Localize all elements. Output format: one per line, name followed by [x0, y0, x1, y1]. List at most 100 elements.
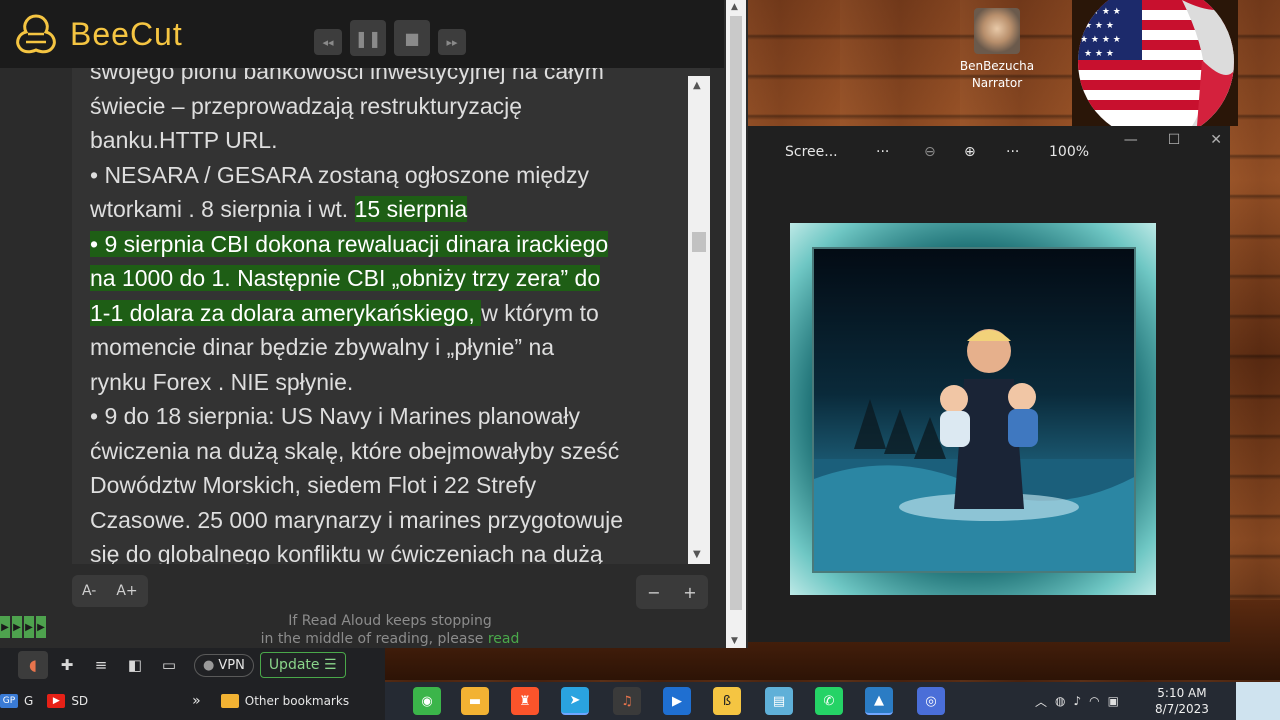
fast-forward-icon: ▸▸: [446, 35, 458, 49]
note-line-2-text: in the middle of reading, please: [260, 631, 488, 647]
reading-line: momencie dinar będzie zbywalny i „płynie…: [90, 330, 680, 365]
vpn-button[interactable]: ● VPN: [194, 653, 254, 677]
microphone-icon[interactable]: ♪: [1074, 694, 1082, 708]
photos-see-more-menu[interactable]: ···: [1006, 144, 1019, 160]
reading-text: swojego pionu bankowości inwestycyjnej n…: [90, 68, 680, 564]
android-app-icon[interactable]: ◉: [413, 687, 441, 715]
scroll-up-icon[interactable]: ▲: [693, 80, 701, 91]
clock[interactable]: 5:10 AM 8/7/2023: [1155, 685, 1209, 717]
highlighted-text: 15 sierpnia: [354, 196, 468, 222]
highlighted-text: • 9 sierpnia CBI dokona rewaluacji dinar…: [90, 230, 609, 257]
read-aloud-window: BeeCut ◂◂ ❚❚ ■ ▸▸ swojego pionu bankowoś…: [0, 0, 748, 648]
wifi-icon[interactable]: ◠: [1089, 694, 1099, 708]
reading-scroll-thumb[interactable]: [692, 232, 706, 252]
highlighted-text: na 1000 do 1. Następnie CBI „obniży trzy…: [90, 265, 601, 291]
chrome-like-icon[interactable]: ◎: [917, 687, 945, 715]
fast-forward-button[interactable]: ▸▸: [438, 29, 466, 55]
line-text: się do globalnego konfliktu w ćwiczeniac…: [90, 541, 603, 564]
read-aloud-note: If Read Aloud keeps stopping in the midd…: [230, 612, 550, 648]
stop-button[interactable]: ■: [394, 20, 430, 56]
pause-button[interactable]: ❚❚: [350, 20, 386, 56]
transport-controls: ◂◂ ❚❚ ■ ▸▸: [314, 20, 466, 56]
line-text: Dowództw Morskich, siedem Flot i 22 Stre…: [90, 472, 537, 498]
display-icon[interactable]: ▣: [1108, 694, 1119, 708]
other-bookmarks[interactable]: Other bookmarks: [220, 694, 349, 708]
svg-text:★ ★ ★ ★: ★ ★ ★ ★: [1080, 7, 1121, 17]
flag-desktop-icon[interactable]: ★ ★ ★ ★ ★ ★ ★ ★ ★ ★ ★ ★ ★ ★: [1072, 0, 1238, 126]
file-explorer-icon[interactable]: ▬: [461, 687, 489, 715]
media-player-icon[interactable]: ♫: [613, 687, 641, 715]
vpn-label: VPN: [218, 657, 245, 673]
reading-text-panel[interactable]: swojego pionu bankowości inwestycyjnej n…: [72, 68, 710, 564]
reading-scrollbar[interactable]: ▲ ▼: [688, 76, 710, 564]
notes-app-icon[interactable]: ▤: [765, 687, 793, 715]
decrease-font-button[interactable]: A-: [72, 575, 106, 607]
photo-image[interactable]: [812, 247, 1136, 573]
line-text: swojego pionu bankowości inwestycyjnej n…: [90, 68, 604, 84]
extensions-puzzle-icon[interactable]: ✚: [52, 651, 82, 679]
update-label: Update: [268, 657, 320, 673]
bookmark-g[interactable]: GP G: [0, 694, 33, 708]
line-text: w którym to: [481, 299, 599, 326]
side-arrow-strip: ▶ ▶ ▶ ▶: [0, 616, 46, 638]
window-scrollbar[interactable]: ▲ ▼: [726, 0, 746, 648]
reading-line: Czasowe. 25 000 marynarzy i marines przy…: [90, 503, 680, 538]
playlist-icon[interactable]: ≡: [86, 651, 116, 679]
scroll-down-icon[interactable]: ▼: [693, 549, 701, 560]
stop-icon: ■: [404, 28, 420, 48]
close-icon[interactable]: ✕: [1210, 132, 1222, 148]
narrator-thumbnail: [974, 8, 1020, 54]
beecut-icon[interactable]: ß: [713, 687, 741, 715]
line-text: ćwiczenia na dużą skalę, które obejmował…: [90, 437, 620, 464]
more-bookmarks-button[interactable]: »: [192, 693, 201, 709]
network-status-icon[interactable]: ◍: [1055, 694, 1065, 708]
folder-icon: [220, 694, 239, 708]
photos-app-icon[interactable]: ▲: [865, 687, 893, 715]
read-aloud-extension-icon[interactable]: ◖: [18, 651, 48, 679]
reading-line: • 9 sierpnia CBI dokona rewaluacji dinar…: [90, 227, 680, 262]
telegram-icon[interactable]: ➤: [561, 687, 589, 715]
bookmark-g-label: G: [24, 694, 34, 708]
zoom-out-icon[interactable]: ⊖: [924, 144, 936, 160]
bookmark-sd[interactable]: ▶ SD: [47, 694, 88, 708]
sidebar-icon[interactable]: ◧: [120, 651, 150, 679]
chevron-up-icon[interactable]: ︿: [1035, 693, 1047, 710]
zoom-in-icon[interactable]: ⊕: [964, 144, 976, 160]
increase-font-button[interactable]: A+: [106, 575, 147, 607]
zoom-level[interactable]: 100%: [1049, 144, 1089, 160]
whatsapp-icon[interactable]: ✆: [815, 687, 843, 715]
svg-text:★ ★ ★: ★ ★ ★: [1084, 49, 1114, 59]
narrator-desktop-icon[interactable]: BenBezucha Narrator: [952, 8, 1042, 92]
line-text: Czasowe. 25 000 marynarzy i marines przy…: [90, 506, 624, 533]
maximize-icon[interactable]: ☐: [1168, 132, 1181, 148]
rewind-icon: ◂◂: [322, 35, 334, 49]
narrator-label-name: BenBezucha: [959, 59, 1035, 73]
vpn-status-dot-icon: ●: [203, 657, 215, 673]
reading-line: Dowództw Morskich, siedem Flot i 22 Stre…: [90, 468, 680, 503]
us-poland-flag-icon: ★ ★ ★ ★ ★ ★ ★ ★ ★ ★ ★ ★ ★ ★: [1078, 0, 1234, 126]
note-line-1: If Read Aloud keeps stopping: [288, 613, 492, 629]
browser-toolbar-row: ◖ ✚ ≡ ◧ ▭ ● VPN Update ☰: [0, 648, 346, 682]
reader-zoom-in-button[interactable]: +: [672, 575, 708, 609]
window-scroll-up-icon[interactable]: ▲: [731, 2, 738, 12]
minimize-icon[interactable]: —: [1124, 132, 1138, 148]
reading-line: świecie – przeprowadzają restrukturyzacj…: [90, 89, 680, 124]
photos-toolbar: Scree... ··· ⊖ ⊕ ··· 100% — ☐ ✕: [748, 126, 1230, 176]
window-scroll-thumb[interactable]: [730, 16, 742, 610]
reading-line: ćwiczenia na dużą skalę, które obejmował…: [90, 434, 680, 469]
photos-title[interactable]: Scree...: [785, 144, 838, 160]
brave-browser-icon[interactable]: ♜: [511, 687, 539, 715]
play-arrow-icon: ▶: [36, 616, 46, 638]
video-editor-icon[interactable]: ▶: [663, 687, 691, 715]
show-desktop-button[interactable]: [1236, 682, 1280, 720]
update-button[interactable]: Update ☰: [259, 652, 346, 678]
svg-text:★ ★ ★: ★ ★ ★: [1084, 21, 1114, 31]
note-line-2: in the middle of reading, please read: [230, 630, 550, 648]
note-read-link[interactable]: read: [488, 631, 520, 647]
reading-line: banku.HTTP URL.: [90, 123, 680, 158]
reader-zoom-out-button[interactable]: −: [636, 575, 672, 609]
photos-more-menu[interactable]: ···: [876, 144, 889, 160]
rewind-button[interactable]: ◂◂: [314, 29, 342, 55]
wallet-icon[interactable]: ▭: [154, 651, 184, 679]
window-scroll-down-icon[interactable]: ▼: [731, 636, 738, 646]
